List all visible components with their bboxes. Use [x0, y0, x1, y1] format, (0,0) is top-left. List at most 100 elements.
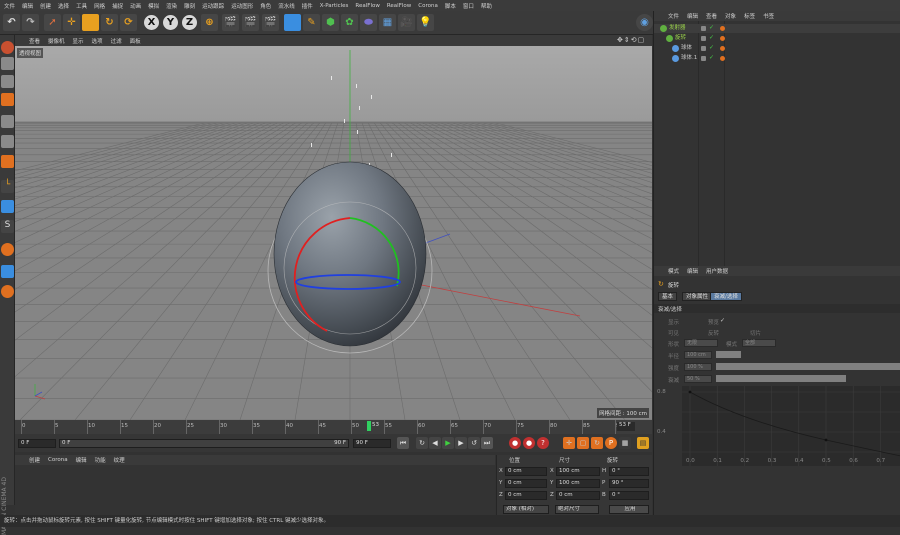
tweak-mode-icon[interactable] — [1, 200, 14, 213]
menu-item[interactable]: 帮助 — [481, 2, 492, 10]
tab-object-properties[interactable]: 对象属性 — [682, 292, 713, 301]
menu-item[interactable]: 文件 — [4, 2, 15, 10]
render-picture-viewer-icon[interactable]: 🎬 — [242, 14, 259, 31]
falloff-field[interactable]: 50 % — [684, 375, 712, 383]
model-mode-icon[interactable] — [1, 41, 14, 54]
render-settings-icon[interactable]: 🎬 — [262, 14, 279, 31]
attribute-menu-item[interactable]: 用户数据 — [706, 267, 728, 275]
enable-check-icon[interactable]: ✓ — [709, 43, 714, 52]
attribute-menu-item[interactable]: 编辑 — [687, 267, 698, 275]
radius-field[interactable]: 100 cm — [684, 351, 712, 359]
shape-select[interactable]: 无限 — [684, 339, 718, 347]
position-field[interactable]: 0 cm — [505, 491, 547, 500]
viewport-menu-item[interactable]: 显示 — [73, 37, 84, 45]
coordinate-mode-select[interactable]: 对象 (相对) — [503, 505, 549, 514]
viewport-menu-item[interactable]: 过滤 — [111, 37, 122, 45]
enable-check-icon[interactable]: ✓ — [709, 53, 714, 62]
recent-tools-icon[interactable]: ⟳ — [120, 14, 137, 31]
previous-frame-icon[interactable]: ◀ — [429, 437, 441, 449]
pen-spline-icon[interactable]: ✎ — [303, 14, 320, 31]
timeline-window-icon[interactable]: ▤ — [637, 437, 649, 449]
layout-globe-icon[interactable]: ◉ — [636, 14, 653, 31]
workplane-icon[interactable] — [1, 93, 14, 106]
viewport-menu-item[interactable]: 面板 — [130, 37, 141, 45]
key-position-icon[interactable]: ✛ — [563, 437, 575, 449]
bodypaint-icon[interactable] — [1, 285, 14, 298]
preview-check-icon[interactable]: ✓ — [720, 317, 725, 324]
move-tool-icon[interactable]: ✛ — [63, 14, 80, 31]
axis-y-button[interactable]: Y — [163, 15, 178, 30]
object-menu-item[interactable]: 书签 — [763, 12, 774, 20]
go-to-start-icon[interactable]: ⏮ — [397, 437, 409, 449]
attribute-menu-item[interactable]: 模式 — [668, 267, 679, 275]
menu-item[interactable]: 雕刻 — [184, 2, 195, 10]
visibility-dots-icon[interactable] — [701, 46, 706, 51]
keyframe-selection-icon[interactable]: ? — [537, 437, 549, 449]
menu-item[interactable]: X-Particles — [320, 3, 349, 9]
strength-slider[interactable] — [716, 363, 900, 370]
deformer-icon[interactable]: ⬬ — [360, 14, 377, 31]
visibility-dots-icon[interactable] — [701, 36, 706, 41]
points-mode-icon[interactable] — [1, 115, 14, 128]
menu-item[interactable]: 渲染 — [166, 2, 177, 10]
next-key-icon[interactable]: ↺ — [468, 437, 480, 449]
viewport[interactable]: 透视视图 网格间距 : 100 cm — [15, 46, 652, 420]
radius-slider[interactable] — [716, 351, 741, 358]
menu-item[interactable]: 脚本 — [445, 2, 456, 10]
grid-lock-icon[interactable] — [1, 265, 14, 278]
menu-item[interactable]: RealFlow — [387, 3, 411, 9]
size-field[interactable]: 100 cm — [556, 479, 600, 488]
menu-item[interactable]: 运动跟踪 — [202, 2, 224, 10]
redo-icon[interactable]: ↷ — [22, 14, 39, 31]
camera-icon[interactable]: 🎥 — [398, 14, 415, 31]
menu-item[interactable]: 创建 — [40, 2, 51, 10]
cloner-icon[interactable]: ✿ — [341, 14, 358, 31]
visibility-dots-icon[interactable] — [701, 26, 706, 31]
axis-x-button[interactable]: X — [144, 15, 159, 30]
mode-select[interactable]: 全部 — [742, 339, 776, 347]
material-menu-item[interactable]: 纹理 — [114, 456, 125, 464]
key-rotation-icon[interactable]: ↻ — [591, 437, 603, 449]
start-frame-field[interactable]: 0 F — [18, 439, 56, 448]
menu-item[interactable]: 编辑 — [22, 2, 33, 10]
object-menu-item[interactable]: 标签 — [744, 12, 755, 20]
menu-item[interactable]: 流水线 — [278, 2, 295, 10]
axis-mode-icon[interactable]: └ — [1, 180, 14, 193]
cube-icon[interactable] — [284, 14, 301, 31]
material-menu-item[interactable]: Corona — [48, 457, 68, 463]
floor-icon[interactable]: ▦ — [379, 14, 396, 31]
end-frame-field[interactable]: 90 F — [353, 439, 391, 448]
enable-check-icon[interactable]: ✓ — [709, 23, 714, 32]
snap-icon[interactable]: S — [1, 220, 14, 233]
undo-icon[interactable]: ↶ — [3, 14, 20, 31]
cube-mode-icon[interactable] — [1, 57, 14, 70]
falloff-slider[interactable] — [716, 375, 846, 382]
viewport-menu-item[interactable]: 摄像机 — [48, 37, 65, 45]
tag-icon[interactable] — [720, 36, 725, 41]
object-menu-item[interactable]: 编辑 — [687, 12, 698, 20]
tab-falloff[interactable]: 衰减/选择 — [710, 292, 742, 301]
menu-item[interactable]: Corona — [418, 3, 438, 9]
key-scale-icon[interactable]: ▢ — [577, 437, 589, 449]
menu-item[interactable]: 选择 — [58, 2, 69, 10]
strength-field[interactable]: 100 % — [684, 363, 712, 371]
rotation-field[interactable]: 0 ° — [609, 491, 649, 500]
sculpt-icon[interactable] — [1, 243, 14, 256]
axis-z-button[interactable]: Z — [182, 15, 197, 30]
position-field[interactable]: 0 cm — [505, 467, 547, 476]
menu-item[interactable]: 网格 — [94, 2, 105, 10]
menu-item[interactable]: 角色 — [260, 2, 271, 10]
menu-item[interactable]: 工具 — [76, 2, 87, 10]
menu-item[interactable]: RealFlow — [355, 3, 379, 9]
size-field[interactable]: 100 cm — [556, 467, 600, 476]
menu-item[interactable]: 模拟 — [148, 2, 159, 10]
object-menu-item[interactable]: 对象 — [725, 12, 736, 20]
rotation-field[interactable]: 0 ° — [609, 467, 649, 476]
tag-icon[interactable] — [720, 26, 725, 31]
key-pla-icon[interactable]: ▦ — [619, 437, 631, 449]
next-frame-icon[interactable]: ▶ — [455, 437, 467, 449]
menu-item[interactable]: 运动图形 — [231, 2, 253, 10]
object-row[interactable]: 球体.1 ✓ — [654, 54, 900, 63]
frame-range-slider[interactable]: 0 F 90 F — [59, 439, 349, 448]
object-row[interactable]: 球体 ✓ — [654, 44, 900, 53]
